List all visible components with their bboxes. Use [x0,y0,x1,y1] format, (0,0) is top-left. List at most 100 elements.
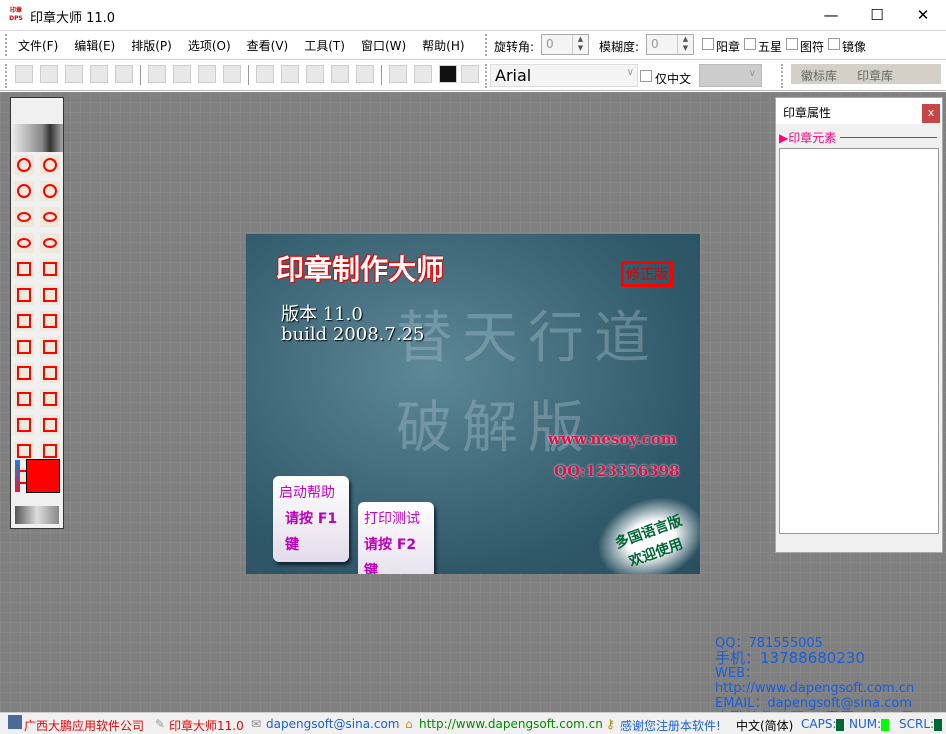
only-chinese-checkbox[interactable] [640,70,652,82]
status-ime: 中文(简体) [736,719,794,733]
checkbox-label: 五星 [758,40,783,54]
menu-item[interactable]: 帮助(H) [414,37,472,54]
menu-item[interactable]: 窗口(W) [353,37,414,54]
checkbox-label: 镜像 [842,40,867,54]
toolbar-grip[interactable] [5,34,7,56]
toolbar-grip[interactable] [485,64,487,88]
menu-item[interactable]: 编辑(E) [66,37,123,54]
align-top-icon[interactable] [331,65,349,83]
stamp-shape-icon[interactable] [40,441,60,461]
stamp-shape-icon[interactable] [14,441,34,461]
checkbox[interactable] [828,38,840,50]
stamp-shape-icon[interactable] [14,337,34,357]
scrl-led-icon [934,718,943,731]
zoom-icon[interactable] [90,65,108,83]
toolbar-grip[interactable] [485,34,487,56]
print-icon[interactable] [115,65,133,83]
delete-icon[interactable] [223,65,241,83]
stamp-shape-icon[interactable] [14,181,34,201]
paste-icon[interactable] [198,65,216,83]
spin-arrows-icon[interactable]: ▲ ▼ [677,35,693,54]
menu-item[interactable]: 排版(P) [123,37,180,54]
shape-outline [43,314,57,328]
tab-stamp-library[interactable]: 印章库 [857,67,893,84]
stamp-shape-icon[interactable] [40,259,60,279]
stamp-shape-icon[interactable] [40,389,60,409]
status-product: 印章大师11.0 [169,719,244,733]
help-key: 请按 F1 键 [285,511,338,553]
w-icon[interactable] [439,65,457,83]
caps-led-icon [836,718,845,731]
blur-spinner[interactable]: 0 ▲ ▼ [646,34,694,55]
checkbox[interactable] [702,38,714,50]
stamp-shape-icon[interactable] [14,259,34,279]
shape-outline [17,158,31,172]
blur-label: 模糊度: [599,40,640,54]
image-icon[interactable] [389,65,407,83]
toolbar: Arial ∨ 仅中文 ∨ 徽标库 印章库 [0,61,946,91]
open-folder-icon[interactable] [40,65,58,83]
stamp-shape-icon[interactable] [14,311,34,331]
stamp-shape-icon[interactable] [40,155,60,175]
num-led-icon [881,718,890,731]
stamp-shape-icon[interactable] [40,311,60,331]
stamp-shape-icon[interactable] [14,233,34,253]
toolbar-grip[interactable] [5,64,7,88]
align-right-icon[interactable] [306,65,324,83]
align-bottom-icon[interactable] [356,65,374,83]
copy-icon[interactable] [173,65,191,83]
toolbar-grip[interactable] [781,64,783,88]
elements-list[interactable] [779,148,939,534]
close-button[interactable]: ✕ [900,0,946,30]
stamp-shape-icon[interactable] [14,155,34,175]
stamp-shape-icon[interactable] [40,207,60,227]
center-icon[interactable] [256,65,274,83]
font-select[interactable]: Arial ∨ [490,64,638,87]
stamp-shape-icon[interactable] [40,337,60,357]
print-test-f2-button[interactable]: 打印测试 请按 F2 键 [358,502,434,574]
status-email[interactable]: dapengsoft@sina.com [266,717,400,731]
stamp-shape-icon[interactable] [14,207,34,227]
panel-title: 印章属性 [783,106,832,120]
more-icon[interactable] [461,65,479,83]
align-left-icon[interactable] [281,65,299,83]
stamp-shape-icon[interactable] [40,285,60,305]
figure-icon[interactable] [414,65,432,83]
checkbox[interactable] [786,38,798,50]
color-gradient-icon[interactable] [15,460,20,492]
stamp-shape-icon[interactable] [40,233,60,253]
stamp-shape-icon[interactable] [14,363,34,383]
stamp-shape-icon[interactable] [40,181,60,201]
scrl-indicator: SCRL: [899,717,943,731]
eye-preview-icon[interactable] [11,124,63,152]
stamp-shape-icon[interactable] [14,415,34,435]
stamp-shape-icon[interactable] [14,285,34,305]
print-key: 请按 F2 键 [364,537,417,574]
stamp-shape-icon[interactable] [40,363,60,383]
menu-item[interactable]: 查看(V) [239,37,297,54]
tab-logo-library[interactable]: 徽标库 [801,67,837,84]
rotate-spinner[interactable]: 0 ▲ ▼ [541,34,589,55]
save-icon[interactable] [65,65,83,83]
cut-icon[interactable] [148,65,166,83]
panel-close-button[interactable]: x [922,104,940,123]
spin-arrows-icon[interactable]: ▲ ▼ [572,35,588,54]
checkbox[interactable] [744,38,756,50]
minimize-button[interactable]: — [808,0,854,30]
status-web[interactable]: http://www.dapengsoft.com.cn [419,717,603,731]
menu-item[interactable]: 文件(F) [10,37,66,54]
menu-item[interactable]: 工具(T) [296,37,353,54]
maximize-button[interactable]: ☐ [854,0,900,30]
splash-screen[interactable]: 替天行道 破解版 印章制作大师 修正版 版本 11.0 build 2008.7… [246,234,700,574]
font-size-select[interactable]: ∨ [699,64,762,87]
menu-item[interactable]: 选项(O) [180,37,239,54]
color-swatch[interactable] [26,459,60,493]
stamp-shape-icon[interactable] [14,389,34,409]
help-f1-button[interactable]: 启动帮助 请按 F1 键 [273,476,349,562]
import-image-icon[interactable] [15,506,59,524]
blur-value: 0 [651,37,659,51]
stamp-shape-icon[interactable] [40,415,60,435]
preview-icon[interactable] [15,65,33,83]
shape-outline [43,418,57,432]
separator [381,65,382,85]
